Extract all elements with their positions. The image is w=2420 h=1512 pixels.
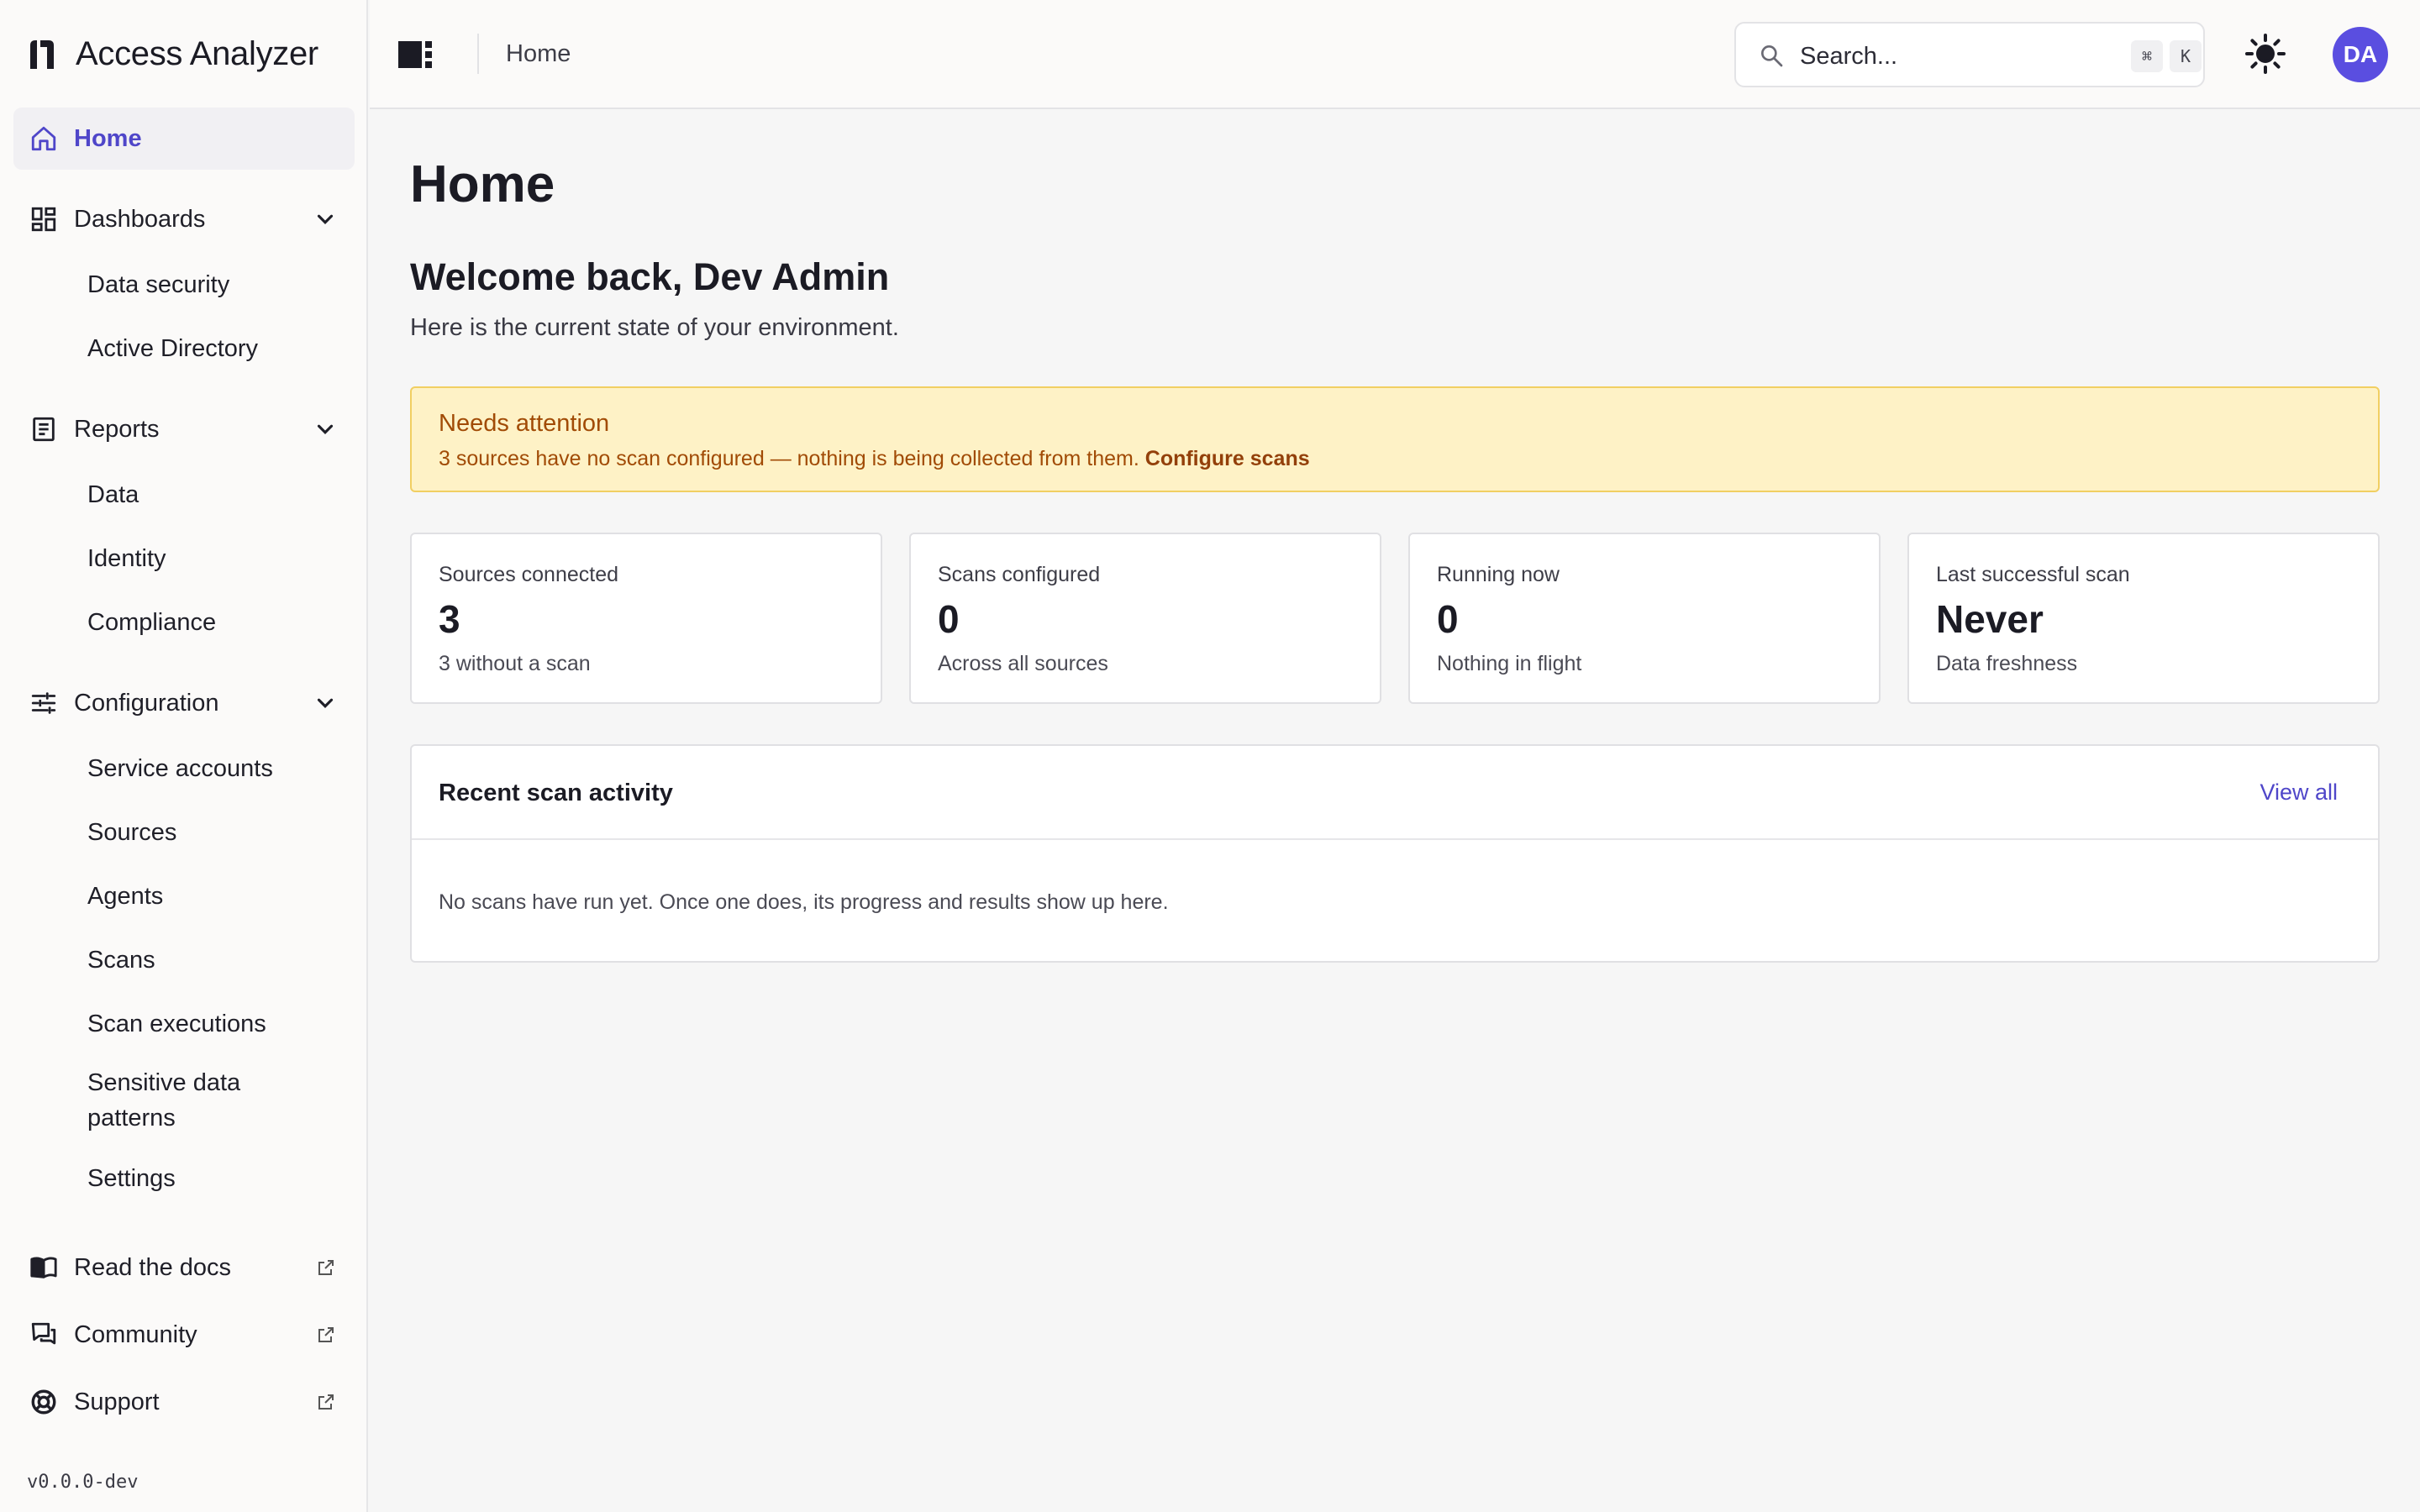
welcome-subtitle: Here is the current state of your enviro… [410, 314, 899, 341]
external-link-icon [318, 1394, 334, 1410]
sidebar-item-label: Support [74, 1388, 160, 1415]
sidebar-item-scans[interactable]: Scans [13, 932, 355, 988]
stat-value: 0 [1437, 597, 1459, 641]
stat-subtext: Data freshness [1936, 652, 2078, 675]
panel-title: Recent scan activity [439, 780, 673, 806]
sidebar-item-data[interactable]: Data [13, 467, 355, 522]
sidebar-item-identity[interactable]: Identity [13, 531, 355, 586]
avatar[interactable]: DA [2333, 27, 2388, 82]
chevron-down-icon [317, 698, 334, 708]
sidebar-item-label: Settings [87, 1165, 176, 1192]
search-placeholder: Search... [1800, 43, 1898, 70]
chat-icon [29, 1320, 59, 1350]
panel-header: Recent scan activity View all [412, 746, 2378, 840]
sidebar-item-label: Compliance [87, 609, 217, 636]
stat-value: 0 [938, 597, 960, 641]
chevron-down-icon [317, 424, 334, 434]
app-version: v0.0.0-dev [27, 1472, 139, 1493]
stat-label: Sources connected [439, 563, 619, 586]
sidebar-item-label: Configuration [74, 689, 219, 717]
sidebar-item-label: Community [74, 1320, 197, 1348]
alert-message: 3 sources have no scan configured — noth… [439, 447, 1139, 470]
sidebar-item-label: Data security [87, 271, 230, 298]
configure-scans-link[interactable]: Configure scans [1145, 447, 1310, 470]
sidebar-item-sources[interactable]: Sources [13, 805, 355, 860]
sidebar-item-label: Read the docs [74, 1253, 232, 1281]
chevron-down-icon [317, 214, 334, 224]
home-icon [29, 123, 59, 154]
external-link-icon [318, 1260, 334, 1275]
sidebar-item-home[interactable]: Home [13, 108, 355, 170]
shortcut-key-cmd: ⌘ [2131, 40, 2163, 72]
sidebar-link-support[interactable]: Support [13, 1371, 355, 1433]
recent-scan-activity-panel: Recent scan activity View all No scans h… [410, 744, 2380, 963]
sidebar-toggle-icon[interactable] [398, 38, 434, 71]
sidebar-item-label: Sources [87, 819, 177, 846]
sidebar-group-configuration[interactable]: Configuration [13, 672, 355, 734]
stat-value: 3 [439, 597, 460, 641]
report-icon [29, 414, 59, 444]
sidebar-item-label: Home [74, 124, 142, 152]
sidebar-item-label: Data [87, 481, 139, 508]
sidebar-item-label: Reports [74, 415, 160, 443]
sidebar-item-label: Active Directory [87, 335, 259, 362]
page-title: Home [410, 155, 555, 213]
search-icon [1761, 45, 1783, 67]
brand[interactable]: Access Analyzer [27, 30, 318, 77]
stat-value: Never [1936, 597, 2044, 641]
stat-card-last-successful-scan: Last successful scan Never Data freshnes… [1907, 533, 2380, 704]
empty-state-text: No scans have run yet. Once one does, it… [439, 890, 1169, 914]
stat-subtext: Nothing in flight [1437, 652, 1582, 675]
brand-logo-icon [30, 40, 54, 69]
attention-alert: Needs attention 3 sources have no scan c… [410, 386, 2380, 492]
search-input[interactable]: Search... ⌘ K [1734, 22, 2205, 87]
alert-title: Needs attention [439, 410, 610, 437]
sidebar-item-sensitive-data-patterns[interactable]: Sensitive data patterns [13, 1060, 355, 1141]
sidebar-item-data-security[interactable]: Data security [13, 257, 355, 312]
sun-icon[interactable] [2244, 32, 2287, 76]
book-icon [29, 1252, 59, 1283]
sidebar-item-label: Agents [87, 883, 164, 910]
view-all-link[interactable]: View all [2260, 780, 2338, 806]
stat-label: Scans configured [938, 563, 1101, 586]
sidebar-item-settings[interactable]: Settings [13, 1151, 355, 1206]
sidebar-item-label: Sensitive data patterns [87, 1069, 241, 1131]
topbar: Home Search... ⌘ K DA [370, 0, 2420, 109]
sidebar-item-label: Dashboards [74, 205, 206, 233]
stat-label: Running now [1437, 563, 1560, 586]
stat-card-scans-configured: Scans configured 0 Across all sources [909, 533, 1381, 704]
sidebar-item-label: Identity [87, 545, 166, 572]
lifebuoy-icon [29, 1387, 59, 1417]
sidebar-link-docs[interactable]: Read the docs [13, 1236, 355, 1299]
stats-row: Sources connected 3 3 without a scan Sca… [410, 533, 2380, 704]
stat-label: Last successful scan [1936, 563, 2130, 586]
stat-card-sources-connected: Sources connected 3 3 without a scan [410, 533, 882, 704]
sidebar-group-dashboards[interactable]: Dashboards [13, 188, 355, 250]
sidebar-item-service-accounts[interactable]: Service accounts [13, 741, 355, 796]
alert-text: 3 sources have no scan configured — noth… [439, 447, 1310, 471]
sidebar-item-label: Service accounts [87, 755, 273, 782]
welcome-heading: Welcome back, Dev Admin [410, 255, 890, 298]
sidebar-group-reports[interactable]: Reports [13, 398, 355, 460]
breadcrumb[interactable]: Home [506, 40, 571, 68]
sidebar: Access Analyzer Home Dashboards Data sec… [0, 0, 368, 1512]
sidebar-item-compliance[interactable]: Compliance [13, 595, 355, 650]
sliders-icon [29, 688, 59, 718]
shortcut-key-k: K [2170, 40, 2202, 72]
stat-subtext: 3 without a scan [439, 652, 591, 675]
sidebar-item-scan-executions[interactable]: Scan executions [13, 996, 355, 1052]
stat-subtext: Across all sources [938, 652, 1108, 675]
sidebar-item-agents[interactable]: Agents [13, 869, 355, 924]
dashboard-icon [29, 204, 59, 234]
sidebar-link-community[interactable]: Community [13, 1304, 355, 1366]
sidebar-item-label: Scan executions [87, 1011, 266, 1037]
external-link-icon [318, 1327, 334, 1342]
sidebar-item-active-directory[interactable]: Active Directory [13, 321, 355, 376]
stat-card-running-now: Running now 0 Nothing in flight [1408, 533, 1881, 704]
app-name: Access Analyzer [76, 34, 318, 72]
sidebar-item-label: Scans [87, 947, 155, 974]
topbar-divider [477, 34, 479, 74]
